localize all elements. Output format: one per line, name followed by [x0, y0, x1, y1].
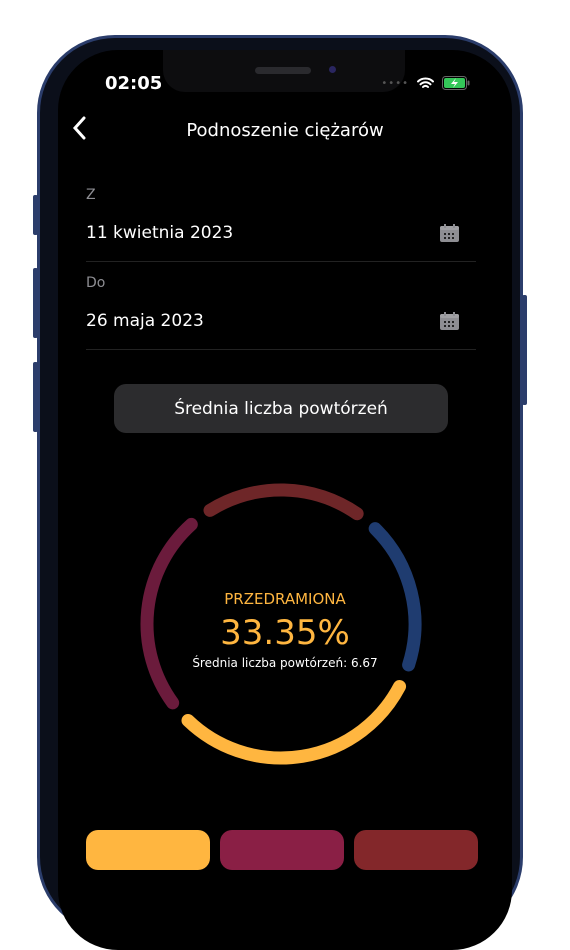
camera [329, 66, 336, 73]
phone-side-button [33, 268, 38, 338]
wifi-icon [417, 77, 434, 88]
category-button[interactable] [220, 830, 344, 870]
calendar-icon[interactable] [440, 224, 459, 242]
status-icons: •••• [381, 76, 470, 90]
segment-percent: 33.35% [220, 613, 350, 653]
metric-select-button[interactable]: Średnia liczba powtórzeń [114, 384, 448, 433]
divider [86, 349, 476, 350]
battery-charging-icon [442, 76, 470, 90]
notch [163, 50, 405, 92]
page-title: Podnoszenie ciężarów [186, 120, 384, 141]
phone-side-button [33, 362, 38, 432]
divider [86, 261, 476, 262]
donut-segment-0[interactable] [203, 483, 364, 521]
from-date-field[interactable]: 11 kwietnia 2023 [86, 223, 233, 243]
category-button[interactable] [86, 830, 210, 870]
to-label: Do [86, 275, 106, 291]
to-date-field[interactable]: 26 maja 2023 [86, 311, 204, 331]
segment-subtitle: Średnia liczba powtórzeń: 6.67 [192, 656, 378, 670]
signal-dots-icon: •••• [381, 77, 409, 89]
segment-label: PRZEDRAMIONA [224, 590, 346, 608]
donut-segment-2[interactable] [181, 679, 407, 765]
phone-side-button [33, 195, 38, 235]
from-label: Z [86, 187, 96, 203]
screen: 02:05 •••• Podnoszenie ciężarów Z 11 kwi… [58, 50, 512, 950]
speaker [255, 67, 311, 74]
phone-side-button [522, 295, 527, 405]
category-button[interactable] [354, 830, 478, 870]
status-time: 02:05 [105, 73, 163, 94]
calendar-icon[interactable] [440, 312, 459, 330]
